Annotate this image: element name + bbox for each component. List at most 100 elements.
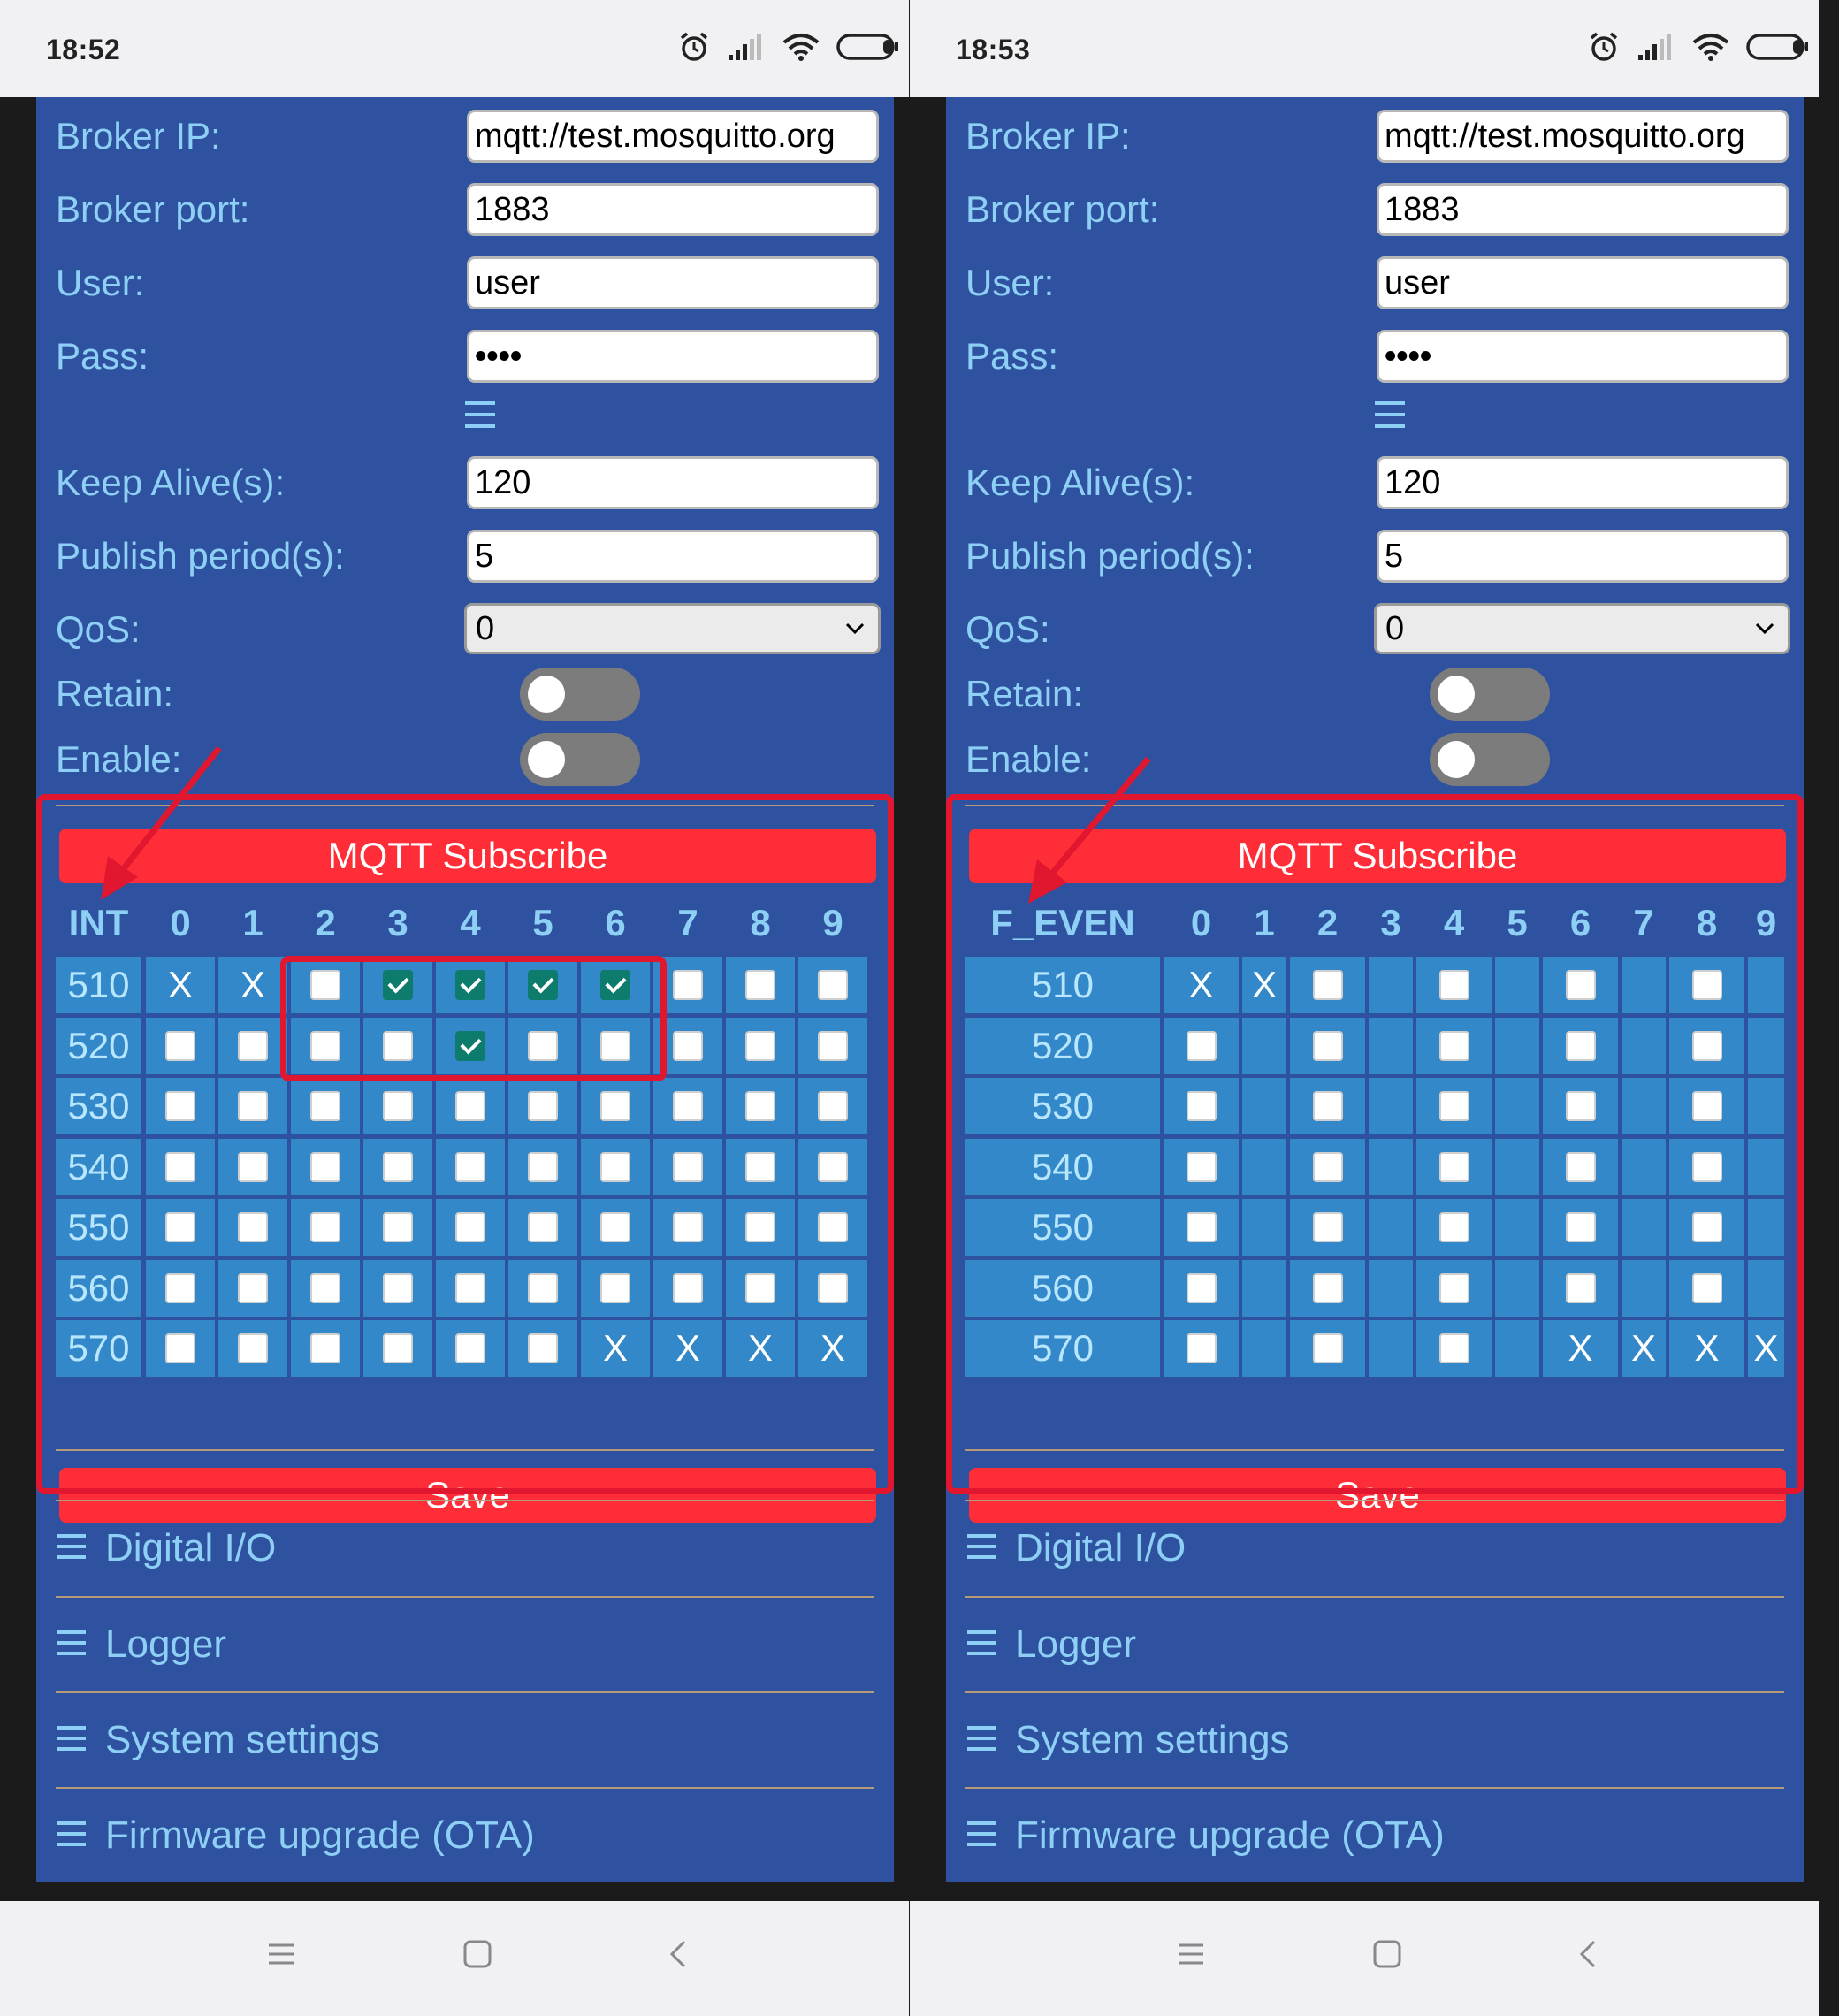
subscribe-checkbox[interactable]	[600, 970, 630, 1000]
retain-toggle[interactable]	[520, 668, 640, 721]
subscribe-checkbox[interactable]	[1438, 1272, 1469, 1303]
subscribe-checkbox[interactable]	[600, 1091, 630, 1121]
nav-menu-icon[interactable]	[1173, 1936, 1209, 1972]
subscribe-checkbox[interactable]	[455, 1091, 485, 1121]
subscribe-checkbox[interactable]	[1438, 1091, 1469, 1121]
nav-menu-icon[interactable]	[263, 1936, 299, 1972]
subscribe-checkbox[interactable]	[1691, 1151, 1722, 1182]
broker-port-input[interactable]: 1883	[1377, 183, 1789, 236]
subscribe-checkbox[interactable]	[1565, 1212, 1596, 1242]
subscribe-checkbox[interactable]	[383, 1151, 413, 1182]
nav-home-icon[interactable]	[460, 1936, 495, 1972]
subscribe-checkbox[interactable]	[673, 1091, 703, 1121]
accordion-system-settings[interactable]: System settings	[965, 1691, 1784, 1787]
subscribe-checkbox[interactable]	[455, 1151, 485, 1182]
nav-back-icon[interactable]	[661, 1936, 697, 1972]
mqtt-subscribe-header[interactable]: MQTT Subscribe	[969, 829, 1786, 883]
subscribe-checkbox[interactable]	[165, 1030, 195, 1061]
publish-period-input[interactable]: 5	[1377, 530, 1789, 583]
subscribe-checkbox[interactable]	[1312, 1212, 1343, 1242]
subscribe-checkbox[interactable]	[1691, 1030, 1722, 1061]
menu-icon[interactable]	[1375, 400, 1405, 431]
subscribe-checkbox[interactable]	[528, 1272, 558, 1303]
subscribe-checkbox[interactable]	[165, 1272, 195, 1303]
subscribe-checkbox[interactable]	[818, 1272, 848, 1303]
subscribe-checkbox[interactable]	[745, 1272, 775, 1303]
subscribe-checkbox[interactable]	[1312, 1151, 1343, 1182]
subscribe-checkbox[interactable]	[165, 1212, 195, 1242]
accordion-system-settings[interactable]: System settings	[56, 1691, 874, 1787]
subscribe-checkbox[interactable]	[1565, 1151, 1596, 1182]
subscribe-checkbox[interactable]	[528, 1333, 558, 1363]
subscribe-checkbox[interactable]	[1565, 970, 1596, 1000]
qos-select[interactable]: 0	[464, 603, 881, 654]
enable-toggle[interactable]	[520, 733, 640, 786]
subscribe-checkbox[interactable]	[310, 1272, 340, 1303]
subscribe-checkbox[interactable]	[238, 1272, 268, 1303]
broker-ip-input[interactable]: mqtt://test.mosquitto.org	[467, 110, 879, 163]
subscribe-checkbox[interactable]	[600, 1030, 630, 1061]
subscribe-checkbox[interactable]	[1691, 1212, 1722, 1242]
subscribe-checkbox[interactable]	[238, 1212, 268, 1242]
user-input[interactable]: user	[1377, 256, 1789, 309]
broker-ip-input[interactable]: mqtt://test.mosquitto.org	[1377, 110, 1789, 163]
subscribe-checkbox[interactable]	[1565, 1030, 1596, 1061]
subscribe-checkbox[interactable]	[310, 1151, 340, 1182]
subscribe-checkbox[interactable]	[818, 1151, 848, 1182]
menu-icon[interactable]	[465, 400, 495, 431]
subscribe-checkbox[interactable]	[673, 1030, 703, 1061]
accordion-logger[interactable]: Logger	[56, 1596, 874, 1691]
subscribe-checkbox[interactable]	[238, 1333, 268, 1363]
accordion-digital-io[interactable]: Digital I/O	[56, 1500, 874, 1595]
keep-alive-input[interactable]: 120	[1377, 456, 1789, 509]
subscribe-checkbox[interactable]	[1438, 1212, 1469, 1242]
subscribe-checkbox[interactable]	[383, 1333, 413, 1363]
subscribe-checkbox[interactable]	[1312, 1030, 1343, 1061]
subscribe-checkbox[interactable]	[455, 970, 485, 1000]
subscribe-checkbox[interactable]	[1312, 1091, 1343, 1121]
subscribe-checkbox[interactable]	[673, 1151, 703, 1182]
subscribe-checkbox[interactable]	[528, 970, 558, 1000]
subscribe-checkbox[interactable]	[165, 1151, 195, 1182]
subscribe-checkbox[interactable]	[238, 1030, 268, 1061]
subscribe-checkbox[interactable]	[455, 1272, 485, 1303]
subscribe-checkbox[interactable]	[1691, 970, 1722, 1000]
pass-input[interactable]: ••••	[1377, 330, 1789, 383]
subscribe-checkbox[interactable]	[310, 970, 340, 1000]
subscribe-checkbox[interactable]	[165, 1333, 195, 1363]
subscribe-checkbox[interactable]	[745, 970, 775, 1000]
subscribe-checkbox[interactable]	[383, 1030, 413, 1061]
subscribe-checkbox[interactable]	[310, 1212, 340, 1242]
pass-input[interactable]: ••••	[467, 330, 879, 383]
subscribe-checkbox[interactable]	[165, 1091, 195, 1121]
subscribe-checkbox[interactable]	[383, 1212, 413, 1242]
enable-toggle[interactable]	[1430, 733, 1550, 786]
subscribe-checkbox[interactable]	[310, 1091, 340, 1121]
subscribe-checkbox[interactable]	[818, 1091, 848, 1121]
subscribe-checkbox[interactable]	[1438, 1151, 1469, 1182]
subscribe-checkbox[interactable]	[383, 1272, 413, 1303]
subscribe-checkbox[interactable]	[745, 1151, 775, 1182]
subscribe-checkbox[interactable]	[455, 1333, 485, 1363]
subscribe-checkbox[interactable]	[745, 1030, 775, 1061]
subscribe-checkbox[interactable]	[238, 1151, 268, 1182]
subscribe-checkbox[interactable]	[528, 1212, 558, 1242]
accordion-firmware-upgrade[interactable]: Firmware upgrade (OTA)	[965, 1787, 1784, 1882]
subscribe-checkbox[interactable]	[1186, 1151, 1217, 1182]
subscribe-checkbox[interactable]	[818, 1030, 848, 1061]
subscribe-checkbox[interactable]	[1186, 1030, 1217, 1061]
subscribe-checkbox[interactable]	[600, 1212, 630, 1242]
subscribe-checkbox[interactable]	[1312, 1272, 1343, 1303]
subscribe-checkbox[interactable]	[455, 1212, 485, 1242]
subscribe-checkbox[interactable]	[1186, 1333, 1217, 1363]
subscribe-checkbox[interactable]	[1312, 1333, 1343, 1363]
subscribe-checkbox[interactable]	[383, 970, 413, 1000]
subscribe-checkbox[interactable]	[238, 1091, 268, 1121]
nav-home-icon[interactable]	[1370, 1936, 1405, 1972]
subscribe-checkbox[interactable]	[673, 1212, 703, 1242]
publish-period-input[interactable]: 5	[467, 530, 879, 583]
subscribe-checkbox[interactable]	[310, 1030, 340, 1061]
nav-back-icon[interactable]	[1571, 1936, 1606, 1972]
subscribe-checkbox[interactable]	[528, 1151, 558, 1182]
subscribe-checkbox[interactable]	[528, 1091, 558, 1121]
